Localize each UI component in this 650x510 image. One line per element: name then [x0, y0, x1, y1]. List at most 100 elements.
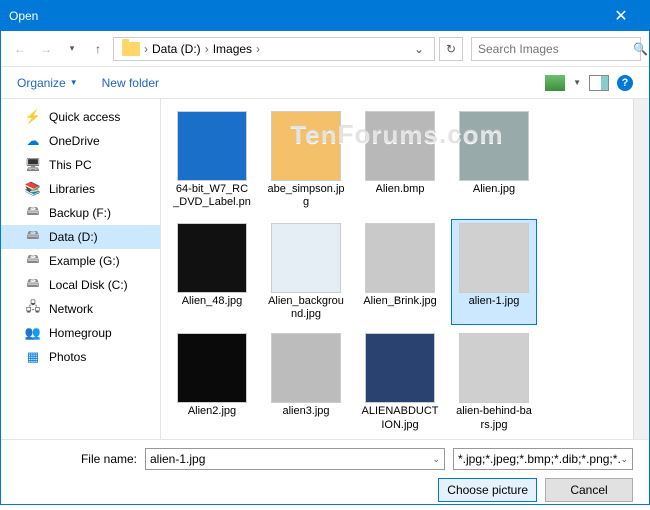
- file-item[interactable]: Alien.bmp: [357, 107, 443, 215]
- organize-label: Organize: [17, 76, 66, 90]
- file-thumbnail: [365, 223, 435, 293]
- sidebar-item[interactable]: 🖴Local Disk (C:): [1, 273, 160, 297]
- preview-pane-button[interactable]: [589, 75, 609, 91]
- file-thumbnail: [459, 223, 529, 293]
- search-input[interactable]: [478, 42, 633, 56]
- file-item[interactable]: alien3.jpg: [263, 329, 349, 435]
- breadcrumb-segment[interactable]: Data (D:): [148, 42, 205, 56]
- filename-combobox[interactable]: ⌄: [145, 448, 445, 470]
- help-icon[interactable]: ?: [617, 75, 633, 91]
- close-icon[interactable]: ✕: [601, 6, 641, 26]
- new-folder-label: New folder: [102, 76, 159, 90]
- filetype-filter[interactable]: *.jpg;*.jpeg;*.bmp;*.dib;*.png;*.gif;*.j…: [453, 448, 633, 470]
- toolbar: Organize ▼ New folder ▼ ?: [1, 67, 649, 99]
- file-name-label: alien3.jpg: [282, 405, 329, 418]
- file-name-label: Alien_Brink.jpg: [363, 295, 436, 308]
- chevron-down-icon[interactable]: ▼: [573, 78, 581, 87]
- breadcrumb-segment[interactable]: Images: [209, 42, 256, 56]
- choose-picture-button[interactable]: Choose picture: [438, 478, 537, 502]
- breadcrumb-dropdown-icon[interactable]: ⌄: [408, 42, 430, 56]
- sidebar-item-icon: 🖧: [25, 301, 41, 317]
- up-button[interactable]: ↑: [87, 38, 109, 60]
- sidebar-item-label: Quick access: [49, 110, 120, 124]
- folder-icon: [122, 42, 140, 56]
- file-name-label: Alien.jpg: [473, 183, 515, 196]
- sidebar-item-icon: ⚡: [25, 109, 41, 125]
- view-thumbnails-button[interactable]: [545, 75, 565, 91]
- file-list[interactable]: TenForums.com 64-bit_W7_RC_DVD_Label.png…: [161, 99, 633, 439]
- file-thumbnail: [459, 333, 529, 403]
- sidebar-item-label: Photos: [49, 350, 86, 364]
- sidebar-item[interactable]: 🖴 Data (D:): [1, 225, 160, 249]
- address-bar[interactable]: › Data (D:) › Images › ⌄: [113, 37, 435, 61]
- search-box[interactable]: 🔍: [471, 37, 641, 61]
- file-name-label: abe_simpson.jpg: [267, 183, 345, 209]
- file-thumbnail: [177, 333, 247, 403]
- file-thumbnail: [271, 333, 341, 403]
- sidebar-item-icon: ▦: [25, 349, 41, 365]
- navbar: ← → ▾ ↑ › Data (D:) › Images › ⌄ ↻ 🔍: [1, 31, 649, 67]
- sidebar-item[interactable]: 🖥 This PC: [1, 153, 160, 177]
- refresh-button[interactable]: ↻: [439, 37, 463, 61]
- dialog-body: ⚡ Quick access ☁ OneDrive 🖥 This PC 📚Libraries…: [1, 99, 649, 439]
- file-name-label: Alien_background.jpg: [267, 295, 345, 321]
- file-thumbnail: [365, 111, 435, 181]
- sidebar-item[interactable]: 📚Libraries: [1, 177, 160, 201]
- file-name-label: alien-1.jpg: [469, 295, 520, 308]
- file-thumbnail: [365, 333, 435, 403]
- choose-label: Choose picture: [447, 483, 528, 497]
- sidebar-item[interactable]: 🖴 Example (G:): [1, 249, 160, 273]
- sidebar-item-icon: 👥: [25, 325, 41, 341]
- new-folder-button[interactable]: New folder: [102, 76, 159, 90]
- file-item[interactable]: Alien_Brink.jpg: [357, 219, 443, 325]
- back-button[interactable]: ←: [9, 38, 31, 60]
- sidebar-item[interactable]: ☁ OneDrive: [1, 129, 160, 153]
- cancel-label: Cancel: [570, 483, 607, 497]
- file-item[interactable]: abe_simpson.jpg: [263, 107, 349, 215]
- sidebar-item[interactable]: 🖴Backup (F:): [1, 201, 160, 225]
- sidebar-item-label: This PC: [49, 158, 92, 172]
- sidebar-item-label: Example (G:): [49, 254, 120, 268]
- sidebar-item-icon: 🖴: [25, 253, 41, 269]
- sidebar-item-icon: 🖥: [25, 157, 41, 173]
- window-title: Open: [9, 9, 601, 23]
- cancel-button[interactable]: Cancel: [545, 478, 633, 502]
- filename-input[interactable]: [150, 452, 432, 466]
- file-thumbnail: [177, 223, 247, 293]
- file-item[interactable]: ALIENABDUCTION.jpg: [357, 329, 443, 435]
- file-item[interactable]: alien-1.jpg: [451, 219, 537, 325]
- sidebar-item-icon: ☁: [25, 133, 41, 149]
- footer: File name: ⌄ *.jpg;*.jpeg;*.bmp;*.dib;*.…: [1, 439, 649, 510]
- sidebar-item-icon: 🖴: [25, 229, 41, 245]
- recent-locations-button[interactable]: ▾: [61, 38, 83, 60]
- sidebar-item-label: Local Disk (C:): [49, 278, 128, 292]
- forward-button[interactable]: →: [35, 38, 57, 60]
- file-name-label: Alien2.jpg: [188, 405, 236, 418]
- file-name-label: alien-behind-bars.jpg: [455, 405, 533, 431]
- file-item[interactable]: Alien.jpg: [451, 107, 537, 215]
- sidebar-item-label: Network: [49, 302, 93, 316]
- file-item[interactable]: Alien_background.jpg: [263, 219, 349, 325]
- organize-menu[interactable]: Organize ▼: [17, 76, 78, 90]
- file-thumbnail: [271, 223, 341, 293]
- sidebar-item[interactable]: ⚡ Quick access: [1, 105, 160, 129]
- sidebar-item-label: OneDrive: [49, 134, 100, 148]
- chevron-down-icon: ▼: [70, 78, 78, 87]
- sidebar-item-icon: 📚: [25, 181, 41, 197]
- file-name-label: 64-bit_W7_RC_DVD_Label.png: [173, 183, 251, 211]
- titlebar: Open ✕: [1, 1, 649, 31]
- chevron-right-icon[interactable]: ›: [256, 42, 260, 56]
- sidebar-item[interactable]: 🖧 Network: [1, 297, 160, 321]
- search-icon: 🔍: [633, 42, 648, 56]
- vertical-scrollbar[interactable]: [633, 99, 649, 439]
- sidebar-item-label: Data (D:): [49, 230, 98, 244]
- file-item[interactable]: alien-behind-bars.jpg: [451, 329, 537, 435]
- chevron-down-icon[interactable]: ⌄: [432, 454, 440, 465]
- chevron-down-icon[interactable]: ⌄: [620, 454, 628, 465]
- file-thumbnail: [271, 111, 341, 181]
- file-item[interactable]: Alien2.jpg: [169, 329, 255, 435]
- file-item[interactable]: 64-bit_W7_RC_DVD_Label.png: [169, 107, 255, 215]
- sidebar-item[interactable]: ▦ Photos: [1, 345, 160, 369]
- sidebar-item[interactable]: 👥Homegroup: [1, 321, 160, 345]
- file-item[interactable]: Alien_48.jpg: [169, 219, 255, 325]
